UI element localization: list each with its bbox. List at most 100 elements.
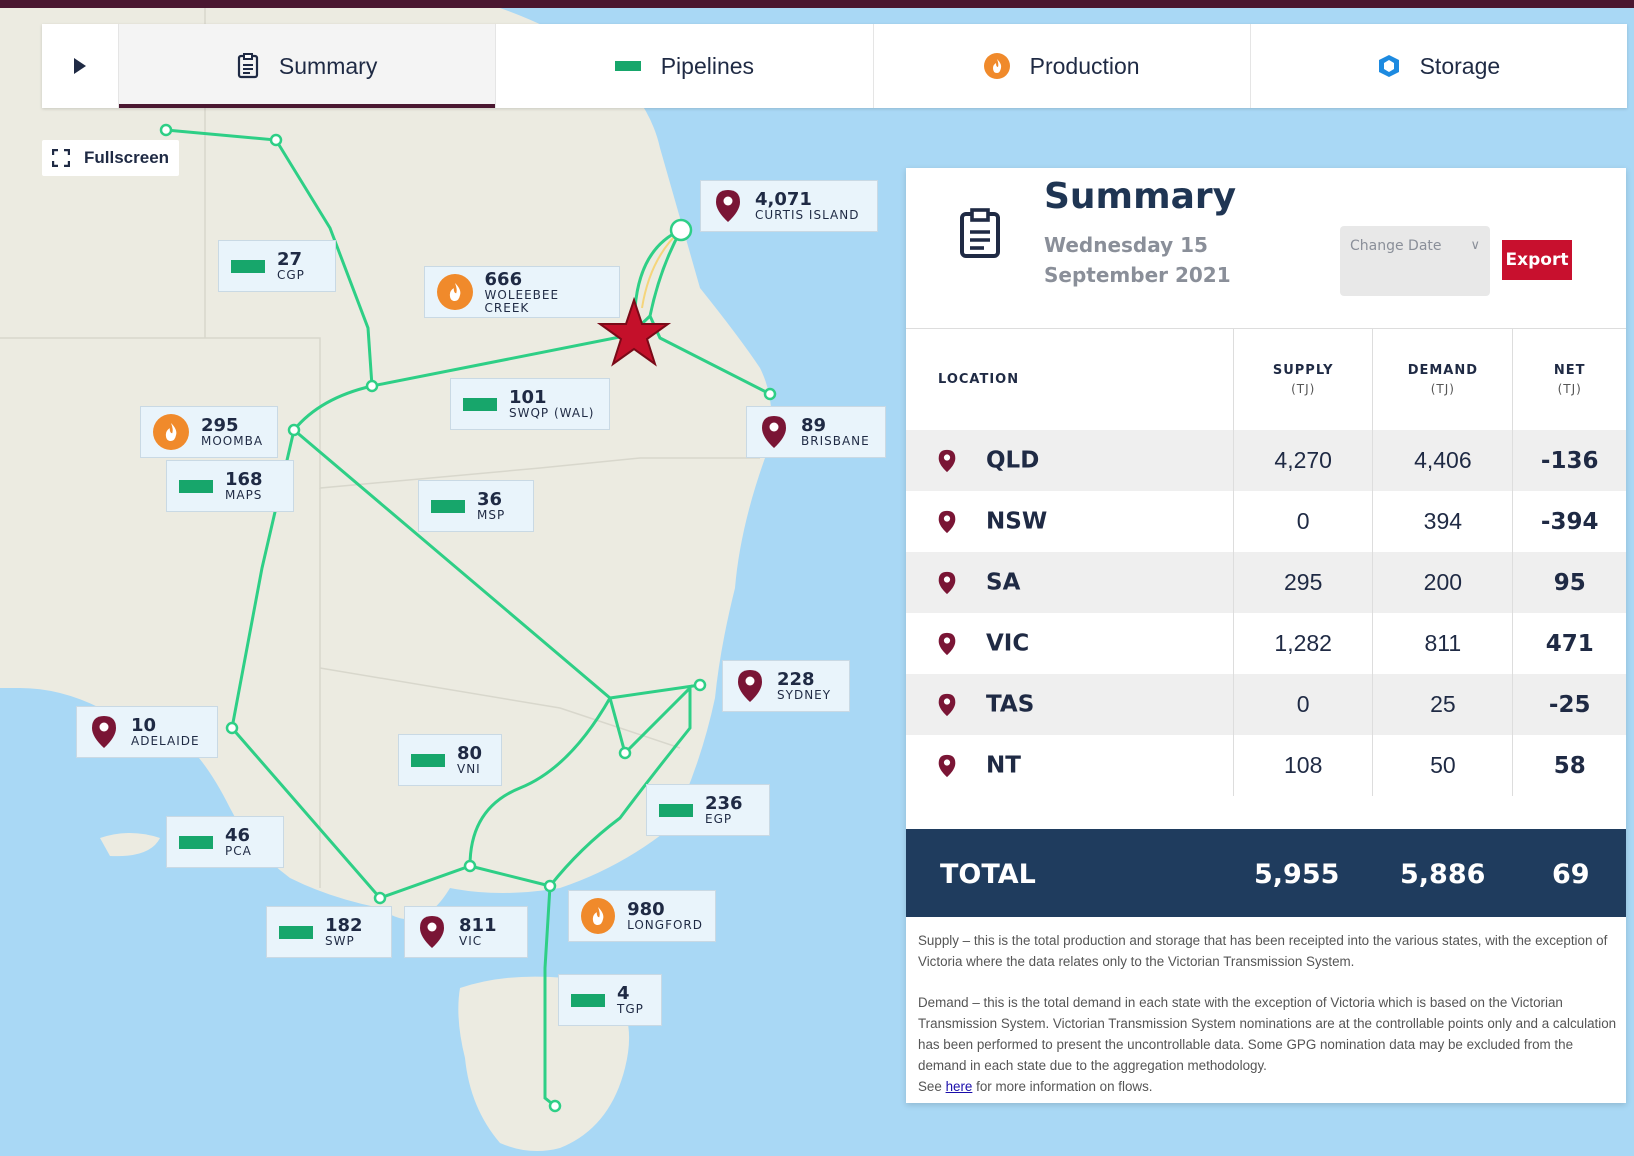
table-row[interactable]: SA 295 200 95 — [906, 552, 1626, 613]
demand-value: 4,406 — [1372, 430, 1514, 491]
map-label-vni[interactable]: 80 VNI — [398, 734, 502, 786]
location-pin-icon — [713, 188, 743, 224]
pipeline-icon — [179, 835, 213, 849]
label-name: SWP — [325, 934, 355, 948]
label-value: 295 — [201, 415, 239, 436]
map-label-sydney[interactable]: 228 SYDNEY — [722, 660, 850, 712]
tab-label: Summary — [278, 52, 378, 79]
demand-value: 50 — [1372, 735, 1514, 796]
collapse-toggle-button[interactable] — [42, 24, 119, 108]
label-value: 236 — [705, 793, 743, 814]
table-row[interactable]: NT 108 50 58 — [906, 735, 1626, 796]
label-name: ADELAIDE — [131, 734, 200, 748]
label-value: 46 — [225, 825, 251, 846]
fullscreen-icon — [52, 149, 70, 167]
map-label-pca[interactable]: 46 PCA — [166, 816, 284, 868]
flame-icon — [581, 898, 616, 934]
fullscreen-button[interactable]: Fullscreen — [42, 140, 180, 176]
supply-value: 295 — [1233, 552, 1374, 613]
map-label-maps[interactable]: 168 MAPS — [166, 460, 294, 512]
label-value: 89 — [801, 415, 827, 436]
map-label-vic[interactable]: 811 VIC — [404, 906, 528, 958]
map-label-brisbane[interactable]: 89 BRISBANE — [746, 406, 886, 458]
storage-icon — [1378, 55, 1399, 77]
tab-pipelines[interactable]: Pipelines — [496, 24, 874, 108]
chevron-down-icon: ∨ — [1470, 238, 1480, 253]
label-name: SWQP (WAL) — [509, 406, 595, 420]
label-name: WOLEEBEE CREEK — [484, 287, 560, 315]
clipboard-icon — [237, 53, 259, 79]
table-row[interactable]: VIC 1,282 811 471 — [906, 613, 1626, 674]
tab-storage[interactable]: Storage — [1251, 24, 1627, 108]
page-title: Summary — [1044, 176, 1237, 217]
column-header-supply: SUPPLY (TJ) — [1233, 328, 1374, 430]
table-row[interactable]: NSW 0 394 -394 — [906, 491, 1626, 552]
total-net: 69 — [1552, 859, 1590, 890]
label-value: 228 — [777, 669, 815, 690]
summary-panel: Summary Wednesday 15 September 2021 Chan… — [906, 168, 1626, 1103]
supply-value: 1,282 — [1233, 613, 1374, 674]
state-name: NSW — [986, 508, 1048, 535]
map-label-adelaide[interactable]: 10 ADELAIDE — [76, 706, 218, 758]
demand-note: Demand – this is the total demand in eac… — [918, 995, 1617, 1073]
kangaroo-island — [100, 833, 160, 857]
pipeline-icon — [431, 499, 465, 513]
net-value: 471 — [1545, 630, 1594, 657]
pipeline-icon — [659, 803, 693, 817]
summary-header: Summary Wednesday 15 September 2021 Chan… — [906, 168, 1626, 329]
label-name: BRISBANE — [801, 434, 870, 448]
map-area[interactable]: Summary Pipelines Production Storage Ful… — [0, 8, 1634, 1156]
label-name: SYDNEY — [777, 688, 832, 702]
label-name: EGP — [705, 812, 733, 826]
map-label-tgp[interactable]: 4 TGP — [558, 974, 662, 1026]
total-row: TOTAL 5,955 5,886 69 — [906, 829, 1626, 917]
demand-value: 394 — [1372, 491, 1514, 552]
tab-label: Production — [1029, 52, 1140, 79]
state-name: QLD — [986, 447, 1040, 474]
label-value: 36 — [477, 489, 503, 510]
map-label-cgp[interactable]: 27 CGP — [218, 240, 336, 292]
pipeline-icon — [231, 259, 265, 273]
tab-bar: Summary Pipelines Production Storage — [42, 24, 1627, 108]
table-row[interactable]: QLD 4,270 4,406 -136 — [906, 430, 1626, 491]
table-row[interactable]: TAS 0 25 -25 — [906, 674, 1626, 735]
state-name: NT — [986, 752, 1021, 779]
pipeline-icon — [571, 993, 605, 1007]
label-value: 4 — [617, 983, 630, 1004]
map-label-curtis-island[interactable]: 4,071 CURTIS ISLAND — [700, 180, 878, 232]
label-name: MSP — [477, 508, 506, 522]
location-pin-icon — [938, 754, 956, 777]
map-label-swp[interactable]: 182 SWP — [266, 906, 392, 958]
summary-table: LOCATION SUPPLY (TJ) DEMAND (TJ) NET (TJ) Q… — [906, 328, 1626, 796]
label-value: 101 — [509, 387, 547, 408]
tab-summary[interactable]: Summary — [119, 24, 497, 108]
demand-value: 25 — [1372, 674, 1514, 735]
location-pin-icon — [417, 914, 447, 950]
location-pin-icon — [89, 714, 119, 750]
label-value: 811 — [459, 915, 497, 936]
demand-value: 200 — [1372, 552, 1514, 613]
here-link[interactable]: here — [946, 1079, 973, 1094]
map-label-longford[interactable]: 980 LONGFORD — [568, 890, 716, 942]
total-supply: 5,955 — [1254, 859, 1340, 890]
map-label-woleebee-creek[interactable]: 666 WOLEEBEE CREEK — [424, 266, 620, 318]
column-header-location: LOCATION — [906, 328, 1235, 430]
tab-production[interactable]: Production — [874, 24, 1251, 108]
location-pin-icon — [938, 571, 956, 594]
net-value: 58 — [1553, 752, 1586, 779]
label-value: 27 — [277, 249, 303, 270]
pipeline-icon — [614, 61, 641, 71]
clipboard-icon — [960, 208, 1000, 258]
location-pin-icon — [759, 414, 789, 450]
map-label-moomba[interactable]: 295 MOOMBA — [140, 406, 278, 458]
map-label-msp[interactable]: 36 MSP — [418, 480, 534, 532]
total-demand: 5,886 — [1400, 859, 1486, 890]
label-value: 980 — [627, 899, 665, 920]
location-pin-icon — [938, 449, 956, 472]
map-label-egp[interactable]: 236 EGP — [646, 784, 770, 836]
change-date-dropdown[interactable]: Change Date ∨ — [1340, 226, 1490, 296]
label-name: VIC — [459, 934, 483, 948]
export-button[interactable]: Export — [1502, 240, 1572, 280]
fullscreen-label: Fullscreen — [84, 148, 170, 167]
map-label-swqp[interactable]: 101 SWQP (WAL) — [450, 378, 610, 430]
